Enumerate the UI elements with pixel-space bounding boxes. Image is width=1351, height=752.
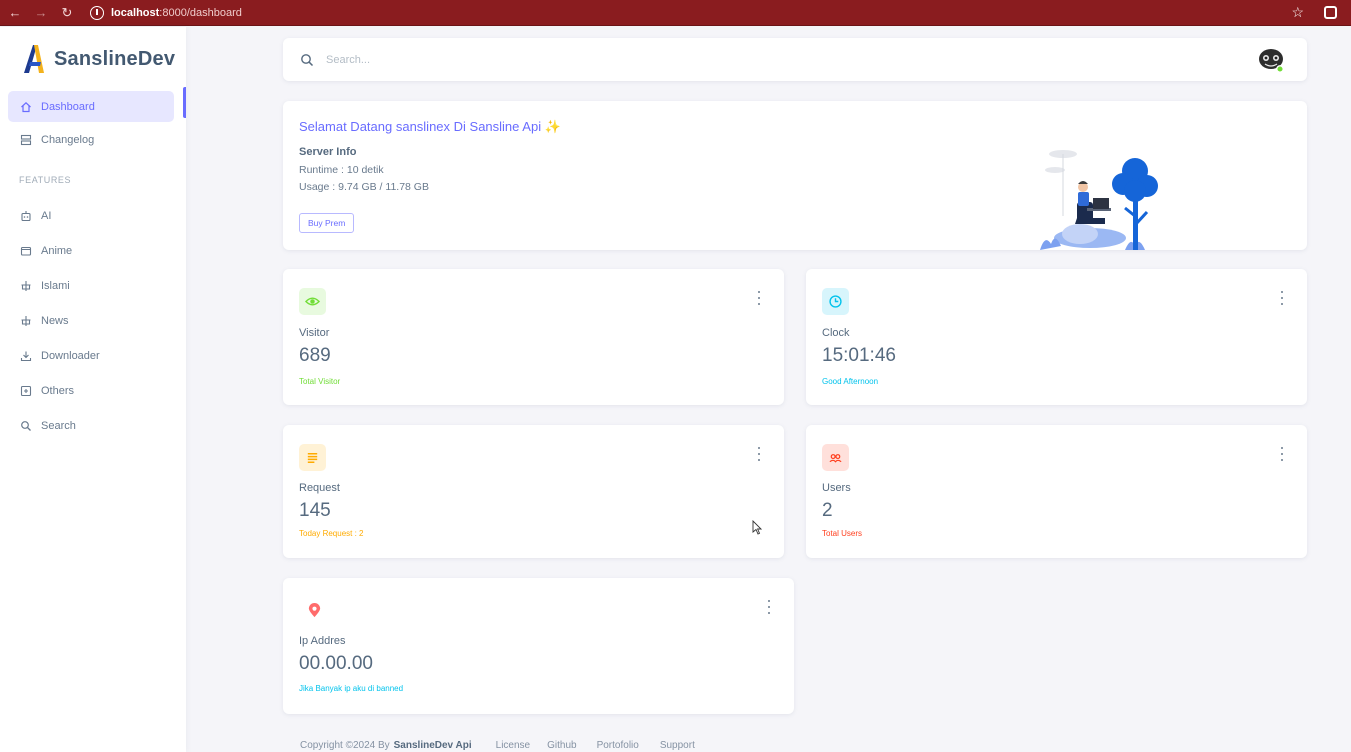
stat-label: Ip Addres [299, 635, 346, 647]
sidebar-item-changelog[interactable]: Changelog [8, 124, 174, 155]
sidebar-item-downloader[interactable]: Downloader [8, 339, 174, 372]
stat-value: 2 [822, 500, 833, 521]
download-icon [20, 350, 32, 362]
sidebar-item-label: Others [41, 384, 75, 397]
server-info-title: Server Info [299, 146, 357, 158]
box-icon [20, 385, 32, 397]
copyright-owner: SanslineDev Api [393, 740, 472, 751]
brand-logo-icon [24, 45, 44, 73]
url-path[interactable]: :8000/dashboard [159, 7, 242, 19]
reload-icon[interactable]: ↻ [56, 3, 78, 23]
sidebar-item-label: Islami [41, 279, 70, 292]
more-options-icon[interactable] [766, 600, 772, 614]
stat-subtitle: Good Afternoon [822, 377, 879, 386]
stat-value: 145 [299, 500, 331, 521]
back-arrow-icon[interactable]: ← [4, 3, 26, 23]
more-options-icon[interactable] [1279, 447, 1285, 461]
stat-subtitle: Total Users [822, 529, 863, 538]
sidebar-item-label: Downloader [41, 349, 100, 362]
sidebar-item-news[interactable]: News [8, 304, 174, 337]
home-icon [20, 101, 32, 113]
sidebar-item-ai[interactable]: AI [8, 199, 174, 232]
sidebar-item-label: Search [41, 419, 76, 432]
brand-name: SanslineDev [54, 47, 176, 70]
more-options-icon[interactable] [756, 291, 762, 305]
sidebar-item-islami[interactable]: Islami [8, 269, 174, 302]
clock-icon [822, 288, 849, 315]
footer-copyright: Copyright ©2024 By SanslineDev Api [300, 740, 472, 751]
sidebar-item-label: AI [41, 209, 52, 222]
stat-value: 00.00.00 [299, 653, 373, 674]
cross-icon [20, 315, 32, 327]
stat-subtitle: Jika Banyak ip aku di banned [299, 684, 404, 693]
footer-link-github[interactable]: Github [547, 740, 576, 751]
mouse-cursor-icon [752, 520, 762, 535]
ip-address-card: Ip Addres 00.00.00 Jika Banyak ip aku di… [283, 578, 794, 714]
copyright-text: Copyright ©2024 By [300, 740, 390, 751]
more-options-icon[interactable] [756, 447, 762, 461]
brand[interactable]: SanslineDev [0, 27, 186, 91]
clock-card: Clock 15:01:46 Good Afternoon [806, 269, 1307, 405]
map-pin-icon [301, 597, 328, 624]
window-icon [20, 245, 32, 257]
sidebar-item-dashboard[interactable]: Dashboard [8, 91, 174, 122]
stat-label: Clock [822, 327, 850, 339]
bookmark-star-icon[interactable]: ☆ [1291, 4, 1304, 21]
url-host[interactable]: localhost [111, 7, 159, 19]
search-icon [301, 53, 314, 66]
sidebar-item-label: Anime [41, 244, 73, 257]
sidebar-item-label: Changelog [41, 133, 95, 146]
person-laptop-illustration [1040, 150, 1158, 250]
stat-value: 689 [299, 345, 331, 366]
sidebar: SanslineDev Dashboard Changelog FEATURES… [0, 27, 186, 752]
users-card: Users 2 Total Users [806, 425, 1307, 558]
menu-section-header: FEATURES [19, 175, 72, 185]
server-runtime: Runtime : 10 detik [299, 164, 384, 176]
eye-icon [299, 288, 326, 315]
stat-label: Visitor [299, 327, 330, 339]
avatar[interactable] [1257, 46, 1285, 74]
footer-link-license[interactable]: License [496, 740, 530, 751]
active-menu-indicator [183, 87, 186, 118]
welcome-title: Selamat Datang sanslinex Di Sansline Api… [299, 119, 561, 134]
stat-label: Users [822, 482, 851, 494]
top-navbar [283, 38, 1307, 81]
stat-subtitle: Total Visitor [299, 377, 341, 386]
extension-icon[interactable] [1324, 6, 1337, 19]
footer-link-support[interactable]: Support [660, 740, 695, 751]
search-icon [20, 420, 32, 432]
sidebar-item-others[interactable]: Others [8, 374, 174, 407]
footer-link-portofolio[interactable]: Portofolio [597, 740, 639, 751]
sidebar-item-anime[interactable]: Anime [8, 234, 174, 267]
sidebar-item-search[interactable]: Search [8, 409, 174, 442]
forward-arrow-icon[interactable]: → [30, 3, 52, 23]
sidebar-item-label: News [41, 314, 69, 327]
visitor-card: Visitor 689 Total Visitor [283, 269, 784, 405]
browser-toolbar: ← → ↻ localhost:8000/dashboard ☆ [0, 0, 1351, 26]
site-info-icon[interactable] [90, 5, 104, 20]
more-options-icon[interactable] [1279, 291, 1285, 305]
server-usage: Usage : 9.74 GB / 11.78 GB [299, 181, 429, 193]
footer: Copyright ©2024 By SanslineDev Api Licen… [300, 740, 695, 751]
users-icon [822, 444, 849, 471]
search-input[interactable] [326, 53, 726, 66]
sidebar-item-label: Dashboard [41, 100, 95, 113]
stat-label: Request [299, 482, 340, 494]
welcome-card: Selamat Datang sanslinex Di Sansline Api… [283, 101, 1307, 250]
cross-icon [20, 280, 32, 292]
stat-value: 15:01:46 [822, 345, 896, 366]
list-icon [299, 444, 326, 471]
request-card: Request 145 Today Request : 2 [283, 425, 784, 558]
buy-prem-button[interactable]: Buy Prem [299, 213, 355, 233]
robot-icon [20, 210, 32, 222]
server-icon [20, 134, 32, 146]
stat-subtitle: Today Request : 2 [299, 529, 364, 538]
